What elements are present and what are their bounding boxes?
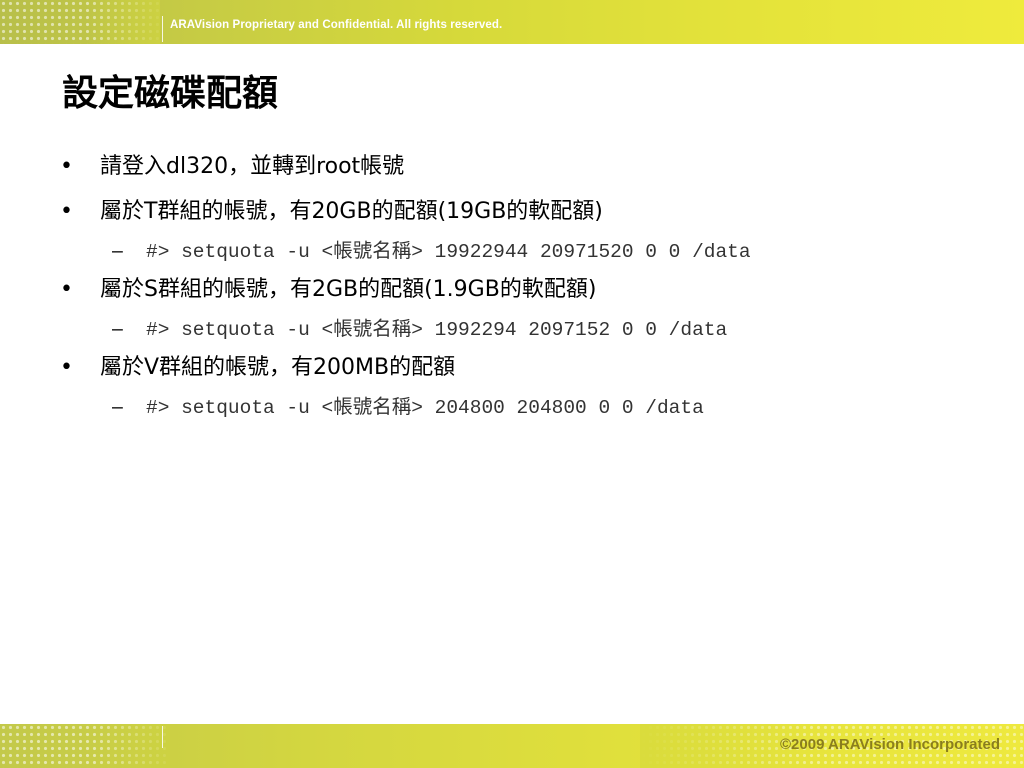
bullet-text: 請登入dl320，並轉到root帳號	[100, 154, 405, 179]
sub-bullet-item: – #> setquota -u <帳號名稱> 1992294 2097152 0…	[112, 312, 727, 341]
command-text: #> setquota -u <帳號名稱> 1992294 2097152 0 …	[146, 319, 728, 341]
top-banner: ARAVision Proprietary and Confidential. …	[0, 0, 1024, 44]
sub-bullet-item: – #> setquota -u <帳號名稱> 204800 204800 0 0…	[112, 390, 704, 419]
bullet-marker: •	[60, 277, 73, 302]
bullet-text: 屬於V群組的帳號，有200MB的配額	[100, 355, 456, 380]
command-text: #> setquota -u <帳號名稱> 204800 204800 0 0 …	[146, 397, 704, 419]
bullet-item: • 屬於T群組的帳號，有20GB的配額(19GB的軟配額)	[60, 193, 603, 225]
bottom-banner: ©2009 ARAVision Incorporated	[0, 724, 1024, 768]
banner-divider	[162, 726, 163, 748]
bullet-item: • 屬於V群組的帳號，有200MB的配額	[60, 349, 455, 381]
bullet-marker: •	[60, 154, 73, 179]
confidential-notice: ARAVision Proprietary and Confidential. …	[170, 19, 503, 31]
bullet-marker: •	[60, 199, 73, 224]
slide-title: 設定磁碟配額	[62, 73, 279, 114]
bullet-text: 屬於S群組的帳號，有2GB的配額(1.9GB的軟配額)	[100, 277, 597, 302]
slide: ARAVision Proprietary and Confidential. …	[0, 0, 1024, 768]
sub-bullet-marker: –	[112, 396, 123, 418]
copyright-notice: ©2009 ARAVision Incorporated	[780, 736, 1000, 753]
banner-divider	[162, 16, 163, 42]
command-text: #> setquota -u <帳號名稱> 19922944 20971520 …	[146, 241, 751, 263]
dot-pattern-decoration	[0, 0, 160, 44]
bullet-item: • 請登入dl320，並轉到root帳號	[60, 148, 404, 180]
sub-bullet-marker: –	[112, 318, 123, 340]
sub-bullet-marker: –	[112, 240, 123, 262]
sub-bullet-item: – #> setquota -u <帳號名稱> 19922944 20971520…	[112, 234, 751, 263]
bullet-item: • 屬於S群組的帳號，有2GB的配額(1.9GB的軟配額)	[60, 271, 596, 303]
bullet-text: 屬於T群組的帳號，有20GB的配額(19GB的軟配額)	[100, 199, 603, 224]
dot-pattern-decoration	[0, 724, 170, 768]
bullet-marker: •	[60, 355, 73, 380]
